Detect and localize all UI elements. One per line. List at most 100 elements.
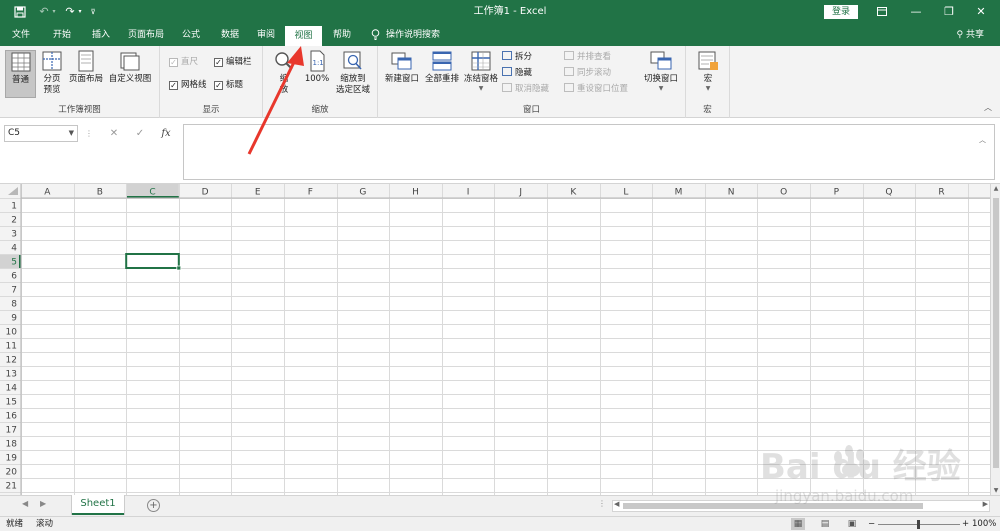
column-header-H[interactable]: H	[412, 188, 419, 198]
switch-windows-button[interactable]: 切换窗口 ▼	[640, 50, 682, 92]
row-header-16[interactable]: 16	[6, 412, 18, 422]
column-header-N[interactable]: N	[728, 188, 735, 198]
row-header-4[interactable]: 4	[11, 244, 17, 254]
sheet-tab[interactable]: Sheet1	[72, 495, 124, 515]
tab-formulas[interactable]: 公式	[174, 24, 208, 46]
row-header-18[interactable]: 18	[6, 440, 18, 450]
insert-function-icon[interactable]: fx	[157, 125, 175, 142]
formula-bar-checkbox[interactable]: ✓ 编辑栏	[214, 56, 252, 68]
column-header-G[interactable]: G	[359, 188, 366, 198]
row-header-17[interactable]: 17	[6, 426, 17, 436]
worksheet-grid[interactable]: A B C D E F G H I J K L M N O P Q R 1 2 3 4 5 6 7 8 9 10 11 12 13 14 15 1…	[0, 184, 990, 495]
column-header-F[interactable]: F	[308, 188, 313, 198]
customize-qat-icon[interactable]: ⊽	[88, 4, 98, 20]
ribbon-display-options-icon[interactable]	[869, 3, 895, 21]
column-header-R[interactable]: R	[938, 188, 944, 198]
arrange-all-button[interactable]: 全部重排	[422, 50, 462, 85]
horizontal-scrollbar[interactable]: ◀ ▶	[612, 500, 990, 512]
column-header-C[interactable]: C	[149, 188, 155, 198]
zoom-button[interactable]: 缩 放	[273, 50, 295, 96]
row-header-21[interactable]: 21	[6, 482, 17, 492]
row-header-13[interactable]: 13	[6, 370, 17, 380]
login-button[interactable]: 登录	[824, 5, 858, 19]
page-break-preview-button[interactable]: 分页 预览	[38, 50, 66, 96]
column-header-E[interactable]: E	[255, 188, 261, 198]
minimize-icon[interactable]: —	[903, 3, 929, 21]
column-header-I[interactable]: I	[467, 188, 470, 198]
vertical-scrollbar[interactable]: ▲ ▼	[990, 184, 1000, 495]
zoom-to-selection-button[interactable]: 缩放到 选定区域	[332, 50, 374, 96]
freeze-panes-button[interactable]: 冻结窗格 ▼	[462, 50, 500, 92]
zoom-out-icon[interactable]: −	[868, 517, 875, 531]
row-header-19[interactable]: 19	[6, 454, 18, 464]
zoom-slider-thumb[interactable]	[917, 520, 920, 529]
row-header-12[interactable]: 12	[6, 356, 17, 366]
row-header-1[interactable]: 1	[11, 202, 17, 212]
tab-split-grip-icon[interactable]: ⋮	[598, 499, 606, 508]
redo-dropdown-icon[interactable]: ▾	[76, 4, 84, 20]
zoom-in-icon[interactable]: +	[962, 517, 969, 531]
row-header-6[interactable]: 6	[11, 272, 17, 282]
tell-me-search[interactable]: 操作说明搜索	[386, 24, 448, 46]
scroll-left-icon[interactable]: ◀	[614, 500, 619, 508]
share-button[interactable]: ⚲ 共享	[957, 24, 984, 46]
column-header-J[interactable]: J	[518, 188, 522, 198]
normal-view-button[interactable]: 普通	[5, 50, 36, 98]
column-header-Q[interactable]: Q	[885, 188, 892, 198]
row-header-10[interactable]: 10	[6, 328, 18, 338]
page-break-preview-icon[interactable]: ▣	[845, 518, 859, 530]
row-header-9[interactable]: 9	[11, 314, 17, 324]
tab-insert[interactable]: 插入	[84, 24, 118, 46]
page-layout-view-button[interactable]: 页面布局	[67, 50, 105, 85]
scroll-right-icon[interactable]: ▶	[983, 500, 988, 508]
page-layout-view-icon[interactable]: ▤	[818, 518, 832, 530]
save-icon[interactable]	[12, 4, 28, 20]
row-header-15[interactable]: 15	[6, 398, 17, 408]
formula-input[interactable]: ︿	[183, 124, 995, 180]
row-header-5[interactable]: 5	[11, 258, 17, 268]
row-header-20[interactable]: 20	[6, 468, 18, 478]
undo-dropdown-icon[interactable]: ▾	[50, 4, 58, 20]
hide-button[interactable]: 隐藏	[502, 67, 532, 80]
close-icon[interactable]: ✕	[968, 3, 994, 21]
fill-handle[interactable]	[176, 265, 182, 271]
row-header-14[interactable]: 14	[6, 384, 18, 394]
column-header-L[interactable]: L	[623, 188, 628, 198]
split-button[interactable]: 拆分	[502, 51, 532, 64]
column-header-O[interactable]: O	[780, 188, 787, 198]
new-window-button[interactable]: 新建窗口	[382, 50, 422, 85]
row-header-3[interactable]: 3	[11, 230, 17, 240]
column-header-D[interactable]: D	[202, 188, 209, 198]
row-header-8[interactable]: 8	[11, 300, 17, 310]
row-header-2[interactable]: 2	[11, 216, 17, 226]
vertical-scroll-thumb[interactable]	[993, 198, 999, 468]
tab-review[interactable]: 审阅	[249, 24, 283, 46]
restore-icon[interactable]: ❐	[936, 3, 962, 21]
scroll-down-icon[interactable]: ▼	[991, 487, 1000, 494]
zoom-level[interactable]: 100%	[972, 517, 996, 531]
horizontal-scroll-thumb[interactable]	[623, 503, 923, 509]
name-box[interactable]: C5 ▼	[4, 125, 78, 142]
name-box-dropdown-icon[interactable]: ▼	[69, 126, 74, 141]
tab-data[interactable]: 数据	[213, 24, 247, 46]
column-header-B[interactable]: B	[97, 188, 103, 198]
column-header-A[interactable]: A	[44, 188, 51, 198]
row-header-7[interactable]: 7	[11, 286, 17, 296]
row-header-11[interactable]: 11	[6, 342, 17, 352]
next-sheet-icon[interactable]: ▶	[40, 499, 46, 508]
normal-view-icon[interactable]: ▦	[791, 518, 805, 530]
headings-checkbox[interactable]: ✓ 标题	[214, 79, 243, 91]
tab-help[interactable]: 帮助	[325, 24, 359, 46]
enter-icon[interactable]: ✓	[132, 125, 148, 142]
tab-home[interactable]: 开始	[45, 24, 79, 46]
tab-page-layout[interactable]: 页面布局	[122, 24, 170, 46]
column-header-M[interactable]: M	[675, 188, 683, 198]
gridlines-checkbox[interactable]: ✓ 网格线	[169, 79, 207, 91]
scroll-up-icon[interactable]: ▲	[991, 185, 1000, 192]
zoom-100-button[interactable]: 1:1 100%	[302, 50, 332, 85]
add-sheet-icon[interactable]: +	[147, 499, 160, 512]
column-header-P[interactable]: P	[834, 188, 840, 198]
collapse-formula-bar-icon[interactable]: ︿	[979, 135, 986, 145]
tab-view[interactable]: 视图	[285, 26, 322, 46]
macros-button[interactable]: 宏 ▼	[694, 50, 722, 92]
